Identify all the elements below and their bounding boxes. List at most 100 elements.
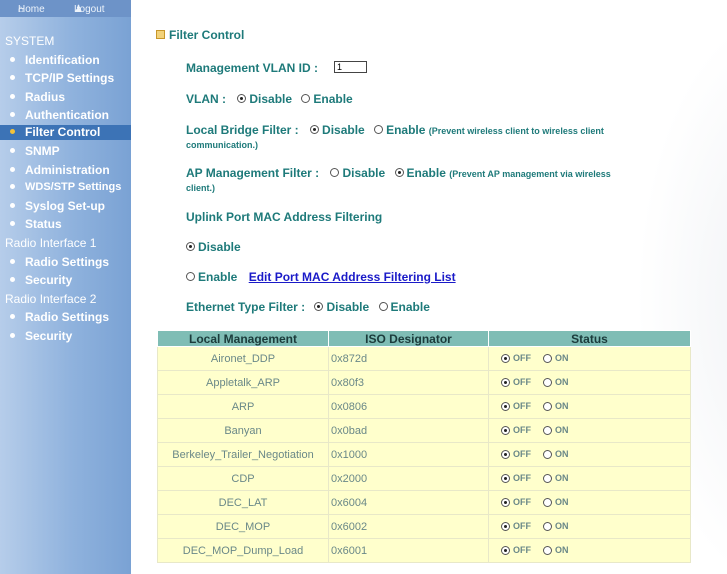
radio-selected-icon: [501, 473, 510, 483]
row-name: ARP: [157, 394, 329, 419]
radio-icon: [301, 94, 311, 104]
ap-mgmt-disable-option[interactable]: Disable: [330, 166, 385, 180]
sidebar: ⌂ Home ♟ Logout SYSTEM Identification TC…: [0, 0, 131, 574]
radio-icon: [543, 353, 552, 363]
radio-icon: [330, 168, 340, 178]
ethernet-type-label: Ethernet Type Filter :: [186, 300, 306, 314]
radio-icon: [543, 401, 552, 411]
ap-mgmt-note: (Prevent AP management via wireless: [449, 169, 611, 179]
ap-mgmt-row: AP Management Filter : Disable Enable (P…: [186, 166, 611, 180]
local-bridge-enable-option[interactable]: Enable: [374, 123, 425, 137]
sidebar-item-status[interactable]: Status: [10, 217, 62, 231]
radio-selected-icon: [186, 242, 195, 252]
sidebar-item-snmp[interactable]: SNMP: [10, 144, 60, 158]
sidebar-item-wds-stp-settings[interactable]: WDS/STP Settings: [10, 181, 121, 193]
ap-mgmt-enable-option[interactable]: Enable: [394, 166, 446, 180]
edit-mac-filter-link[interactable]: Edit Port MAC Address Filtering List: [249, 270, 456, 284]
title-icon: [156, 30, 165, 40]
ap-mgmt-label: AP Management Filter :: [186, 166, 320, 180]
bullet-icon: [10, 57, 15, 63]
sidebar-item-radius[interactable]: Radius: [10, 90, 65, 104]
row-iso: 0x6004: [328, 490, 489, 515]
vlan-enable-option[interactable]: Enable: [301, 92, 353, 106]
sidebar-item-radio1-radio-settings[interactable]: Radio Settings: [10, 255, 109, 269]
ethernet-type-table: Local Management ISO Designator Status A…: [157, 330, 691, 563]
sidebar-section-radio-1: Radio Interface 1: [5, 236, 97, 250]
status-on-option[interactable]: ON: [543, 401, 569, 411]
radio-selected-icon: [501, 521, 510, 531]
col-header-local-management: Local Management: [157, 330, 329, 347]
table-row: Banyan 0x0bad OFF ON: [157, 418, 691, 443]
ethernet-disable-option[interactable]: Disable: [314, 300, 369, 314]
local-bridge-disable-option[interactable]: Disable: [310, 123, 365, 137]
row-iso: 0x6001: [328, 538, 489, 563]
ethernet-enable-option[interactable]: Enable: [378, 300, 430, 314]
row-status: OFF ON: [488, 346, 691, 371]
status-off-option[interactable]: OFF: [501, 497, 531, 507]
vlan-row: VLAN : Disable Enable: [186, 92, 353, 106]
vlan-disable-option[interactable]: Disable: [237, 92, 292, 106]
radio-selected-icon: [237, 94, 247, 104]
bullet-icon: [10, 94, 15, 100]
sidebar-item-syslog-setup[interactable]: Syslog Set-up: [10, 199, 105, 213]
sidebar-item-authentication[interactable]: Authentication: [10, 108, 109, 122]
status-on-option[interactable]: ON: [543, 473, 569, 483]
table-row: Appletalk_ARP 0x80f3 OFF ON: [157, 370, 691, 395]
bullet-icon: [10, 277, 15, 283]
status-on-option[interactable]: ON: [543, 377, 569, 387]
ethernet-type-row: Ethernet Type Filter : Disable Enable: [186, 300, 430, 314]
bullet-icon: [10, 259, 15, 265]
bullet-icon: [10, 167, 15, 173]
row-name: Banyan: [157, 418, 329, 443]
status-off-option[interactable]: OFF: [501, 449, 531, 459]
sidebar-item-radio2-security[interactable]: Security: [10, 329, 72, 343]
status-off-option[interactable]: OFF: [501, 521, 531, 531]
local-bridge-note: (Prevent wireless client to wireless cli…: [428, 126, 604, 136]
status-on-option[interactable]: ON: [543, 425, 569, 435]
uplink-disable-option[interactable]: Disable: [186, 240, 241, 254]
row-name: DEC_LAT: [157, 490, 329, 515]
mgmt-vlan-input[interactable]: [334, 61, 367, 73]
sidebar-item-administration[interactable]: Administration: [10, 163, 110, 177]
table-row: ARP 0x0806 OFF ON: [157, 394, 691, 419]
status-off-option[interactable]: OFF: [501, 545, 531, 555]
bullet-icon: [10, 203, 15, 209]
radio-icon: [543, 545, 552, 555]
table-row: Aironet_DDP 0x872d OFF ON: [157, 346, 691, 371]
status-off-option[interactable]: OFF: [501, 425, 531, 435]
sidebar-item-filter-control[interactable]: Filter Control: [0, 125, 131, 140]
status-on-option[interactable]: ON: [543, 449, 569, 459]
radio-selected-icon: [501, 497, 510, 507]
radio-selected-icon: [501, 353, 510, 363]
status-on-option[interactable]: ON: [543, 353, 569, 363]
status-on-option[interactable]: ON: [543, 497, 569, 507]
status-off-option[interactable]: OFF: [501, 401, 531, 411]
status-off-option[interactable]: OFF: [501, 377, 531, 387]
row-status: OFF ON: [488, 418, 691, 443]
row-status: OFF ON: [488, 370, 691, 395]
sidebar-item-tcpip-settings[interactable]: TCP/IP Settings: [10, 71, 114, 85]
status-off-option[interactable]: OFF: [501, 473, 531, 483]
radio-selected-icon: [501, 401, 510, 411]
row-status: OFF ON: [488, 490, 691, 515]
table-row: DEC_LAT 0x6004 OFF ON: [157, 490, 691, 515]
sidebar-item-identification[interactable]: Identification: [10, 53, 100, 67]
radio-selected-icon: [501, 545, 510, 555]
col-header-status: Status: [488, 330, 691, 347]
local-bridge-note-cont: communication.): [186, 140, 259, 150]
radio-selected-icon: [501, 377, 510, 387]
radio-selected-icon: [314, 302, 324, 312]
row-name: Aironet_DDP: [157, 346, 329, 371]
status-off-option[interactable]: OFF: [501, 353, 531, 363]
row-iso: 0x0806: [328, 394, 489, 419]
sidebar-item-radio2-radio-settings[interactable]: Radio Settings: [10, 310, 109, 324]
status-on-option[interactable]: ON: [543, 521, 569, 531]
radio-icon: [543, 521, 552, 531]
radio-icon: [186, 272, 195, 282]
bullet-icon: [10, 333, 15, 339]
row-status: OFF ON: [488, 514, 691, 539]
col-header-iso-designator: ISO Designator: [328, 330, 489, 347]
uplink-enable-option[interactable]: Enable: [186, 270, 237, 284]
status-on-option[interactable]: ON: [543, 545, 569, 555]
sidebar-item-radio1-security[interactable]: Security: [10, 273, 72, 287]
